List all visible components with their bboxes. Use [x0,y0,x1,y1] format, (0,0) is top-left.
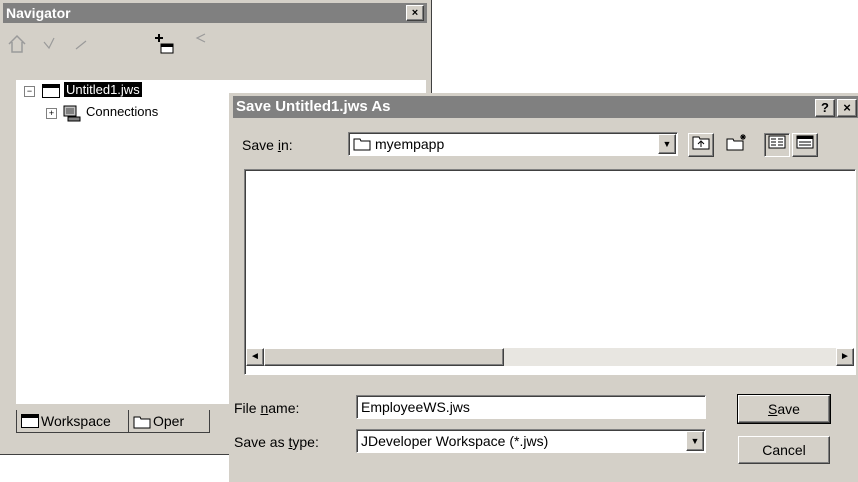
chevron-down-icon[interactable]: ▼ [658,134,676,154]
folder-icon [353,137,371,154]
cancel-button[interactable]: Cancel [738,436,830,464]
folder-tab-icon [133,413,151,435]
workspace-icon [42,84,60,98]
file-list[interactable] [244,169,856,375]
tab-operations[interactable]: Oper [128,410,210,433]
forward-icon[interactable] [73,34,89,58]
workspace-label[interactable]: Untitled1.jws [64,82,142,97]
chevron-down-icon[interactable]: ▼ [686,431,704,451]
tab-workspace-label: Workspace [41,413,111,429]
new-folder-button[interactable] [724,133,750,157]
dialog-title-bar: Save Untitled1.jws As ? × [233,96,858,118]
details-view-icon [796,135,814,152]
home-icon[interactable] [7,34,27,58]
close-icon: × [411,7,419,19]
up-folder-icon [692,136,710,153]
navigator-toolbar [3,26,427,68]
scroll-right-button[interactable]: ► [836,348,854,366]
connections-icon [62,104,82,125]
back-icon[interactable] [41,34,57,58]
horizontal-scrollbar[interactable]: ◄ ► [246,348,854,366]
new-folder-icon [726,134,748,154]
save-in-label: Save in: [242,137,293,153]
collapse-toggle[interactable]: − [24,86,35,97]
save-in-dropdown[interactable]: myempapp ▼ [348,132,678,156]
scroll-thumb[interactable] [264,348,504,366]
up-one-level-button[interactable] [688,133,714,157]
save-button[interactable]: Save [737,394,831,424]
dialog-close-button[interactable]: × [837,99,857,117]
save-as-type-label: Save as type: [234,434,319,450]
add-icon[interactable] [153,32,177,60]
expand-toggle[interactable]: + [46,108,57,119]
save-as-type-value: JDeveloper Workspace (*.jws) [361,433,549,449]
workspace-tab-icon [21,414,39,428]
connections-label: Connections [86,104,159,119]
file-name-value: EmployeeWS.jws [361,399,470,415]
details-view-button[interactable] [792,133,818,157]
navigator-close-button[interactable]: × [406,5,424,21]
file-name-input[interactable]: EmployeeWS.jws [356,395,706,419]
tab-operations-label: Oper [153,413,185,429]
help-icon: ? [821,100,829,115]
save-as-dialog: Save Untitled1.jws As ? × Save in: myemp… [229,93,858,482]
close-icon: × [843,100,851,115]
save-as-type-dropdown[interactable]: JDeveloper Workspace (*.jws) ▼ [356,429,706,453]
list-view-button[interactable] [764,133,790,157]
arrow-right-icon: ► [840,351,850,362]
dialog-title: Save Untitled1.jws As [236,98,391,115]
file-name-label: File name: [234,400,300,416]
help-button[interactable]: ? [815,99,835,117]
list-view-icon [768,135,786,152]
arrow-left-icon: ◄ [250,351,260,362]
save-in-value: myempapp [375,136,445,152]
navigator-title-bar: Navigator × [3,3,427,23]
navigator-title: Navigator [6,5,71,21]
scroll-left-button[interactable]: ◄ [246,348,264,366]
collapse-icon[interactable] [193,30,209,50]
